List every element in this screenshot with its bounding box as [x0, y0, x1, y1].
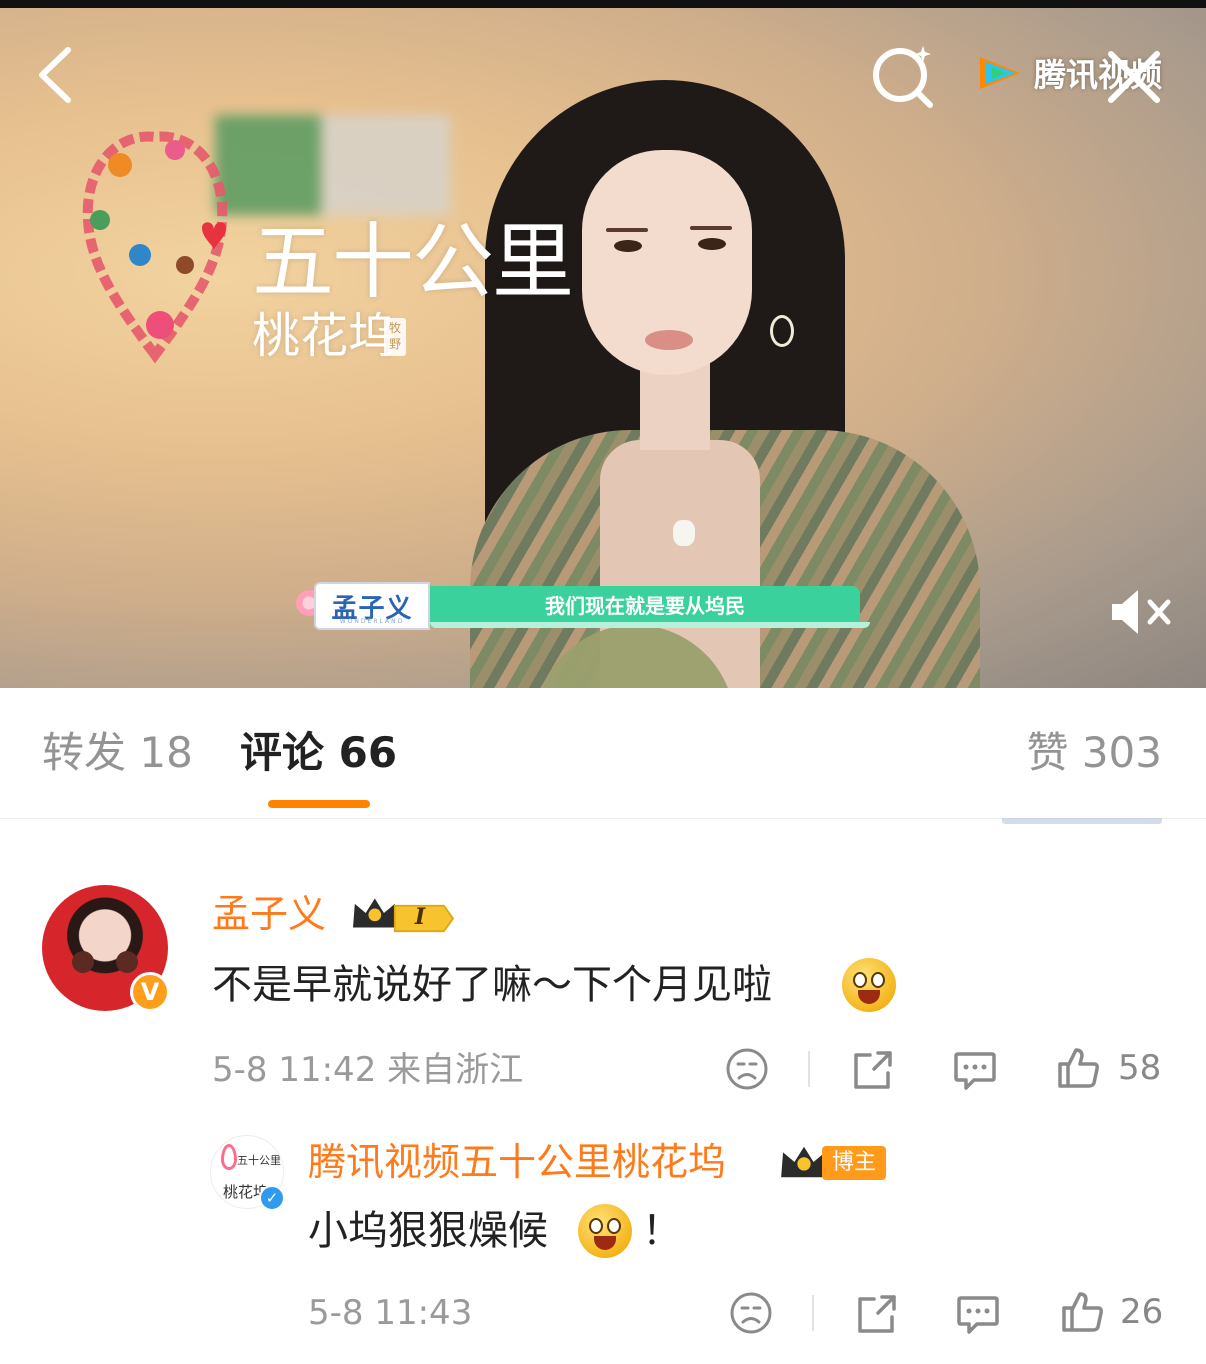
reply-meta: 5-8 11:43: [308, 1293, 473, 1333]
reply-comment-icon[interactable]: [952, 1048, 998, 1092]
person-eye-left: [614, 240, 642, 252]
sort-control-partial[interactable]: [1002, 818, 1162, 824]
back-arrow-icon[interactable]: [30, 42, 90, 108]
banner-name-sub: WONDERLAND: [339, 618, 405, 625]
show-title-line2: 桃花坞: [252, 308, 397, 364]
comment-author[interactable]: 孟子义: [212, 890, 326, 938]
comment-text: 不是早就说好了嘛～下个月见啦: [212, 962, 772, 1008]
reply-text: 小坞狠狠燥候: [308, 1208, 548, 1254]
person-eye-right: [698, 238, 726, 250]
person-pendant: [673, 520, 695, 546]
reply-author[interactable]: 腾讯视频五十公里桃花坞: [308, 1138, 726, 1186]
person-lips: [645, 330, 693, 350]
comment-meta: 5-8 11:42 来自浙江: [212, 1050, 524, 1090]
owner-badge: 博主: [822, 1146, 886, 1180]
reply-avatar-line1: 五十公里: [237, 1154, 281, 1167]
share-icon[interactable]: [854, 1291, 900, 1335]
person-brow-right: [690, 226, 732, 230]
show-pin-logo-icon: [82, 131, 228, 364]
banner-quote: 我们现在就是要从坞民: [430, 586, 860, 626]
action-divider: [812, 1295, 814, 1331]
person-brow-left: [606, 228, 648, 232]
tab-comment[interactable]: 评论 66: [240, 726, 397, 780]
flower-happy-emoji-icon: [578, 1204, 632, 1258]
share-icon[interactable]: [850, 1047, 896, 1091]
fan-level-label: I: [414, 904, 426, 930]
show-title-tag: 牧野: [384, 318, 406, 356]
dislike-face-icon[interactable]: [728, 1290, 774, 1336]
reply-comment-icon[interactable]: [955, 1292, 1001, 1336]
show-title-line1: 五十公里: [252, 215, 574, 310]
subtitle-banner: 孟子义 WONDERLAND 我们现在就是要从坞民: [296, 578, 881, 630]
interaction-tabs: 转发 18 评论 66 赞 303: [0, 688, 1206, 819]
avatar-hand-right: [116, 951, 138, 973]
thumbs-up-icon[interactable]: [1058, 1288, 1106, 1336]
action-divider: [808, 1051, 810, 1087]
like-count: 58: [1118, 1048, 1162, 1088]
active-tab-indicator: [268, 800, 370, 808]
close-icon[interactable]: [1103, 46, 1165, 108]
pin-logo-icon: [221, 1144, 237, 1170]
laughing-emoji-icon: [842, 958, 896, 1012]
banner-quote-edge: [430, 622, 870, 628]
thumbs-up-icon[interactable]: [1054, 1044, 1102, 1092]
reply-text-suffix: ！: [642, 1208, 682, 1254]
banner-name-box: 孟子义 WONDERLAND: [314, 582, 430, 630]
blurred-sponsor-logo: [215, 115, 450, 215]
like-count: 26: [1120, 1292, 1164, 1332]
muted-speaker-icon[interactable]: [1108, 586, 1174, 638]
tencent-video-logo-icon: [980, 57, 1020, 89]
dislike-face-icon[interactable]: [724, 1046, 770, 1092]
person-earring: [770, 315, 794, 347]
status-strip: [0, 0, 1206, 8]
tab-like[interactable]: 赞 303: [1026, 726, 1162, 780]
verified-blue-v-icon: ✓: [259, 1185, 285, 1211]
video-player[interactable]: 五十公里 桃花坞 牧野 腾讯视频 孟子义 WONDERLAND 我们现在就是要从…: [0, 0, 1206, 688]
tab-repost[interactable]: 转发 18: [42, 726, 193, 780]
avatar-hand-left: [72, 951, 94, 973]
search-icon[interactable]: [868, 40, 938, 110]
verified-v-badge: V: [130, 972, 170, 1012]
